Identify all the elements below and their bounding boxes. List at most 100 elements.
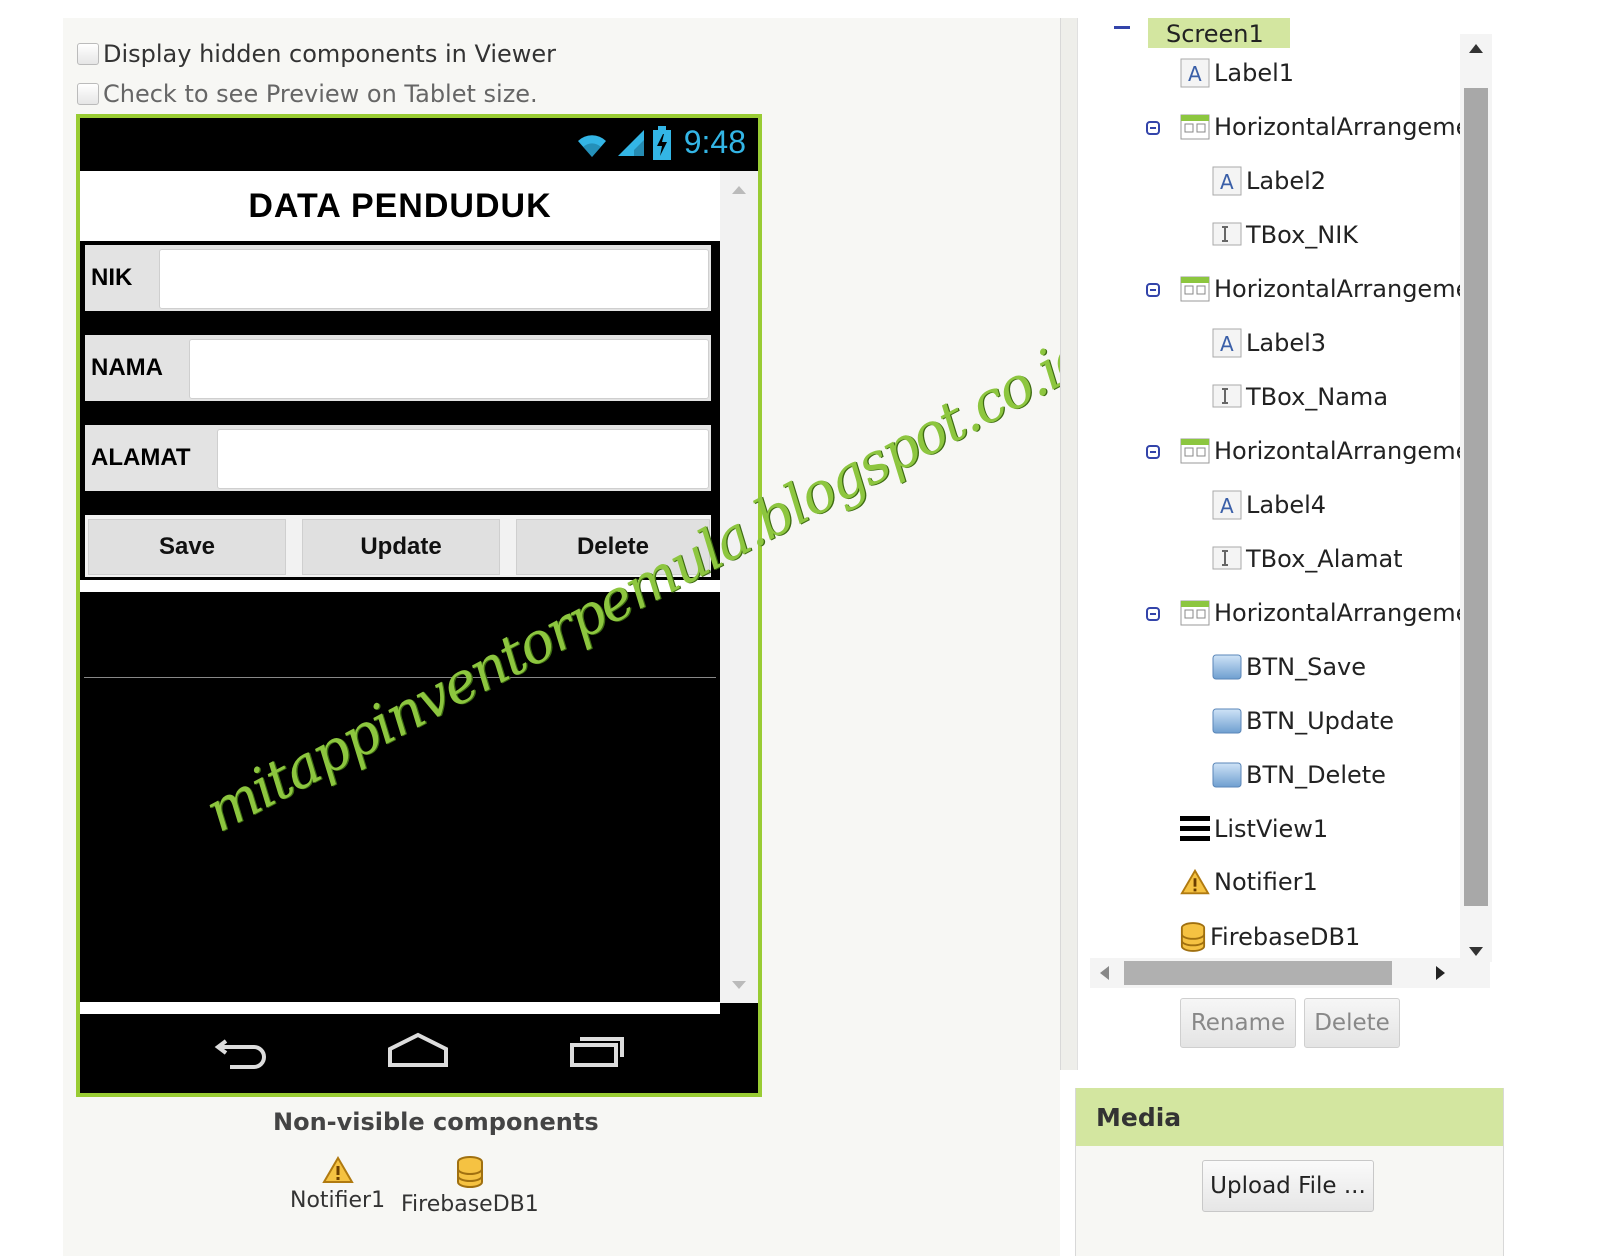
components-panel: Screen1 A Label1 HorizontalArrangemen A … [1060, 18, 1504, 1070]
phone-scrollbar[interactable] [720, 171, 758, 1003]
display-hidden-label: Display hidden components in Viewer [103, 40, 557, 68]
svg-text:A: A [1220, 494, 1234, 518]
tablet-preview-label: Check to see Preview on Tablet size. [103, 80, 538, 108]
tree-item-screen1[interactable]: Screen1 [1148, 18, 1290, 48]
horizontal-arrangement-icon [1180, 114, 1210, 140]
home-icon[interactable] [386, 1031, 450, 1071]
battery-icon [652, 125, 671, 160]
collapse-arrangement-3-icon[interactable] [1146, 445, 1160, 459]
button-icon [1212, 708, 1242, 734]
warning-icon [321, 1156, 354, 1183]
scroll-up-icon[interactable] [1469, 44, 1483, 53]
tree-item-notifier1[interactable]: Notifier1 [1180, 868, 1318, 896]
nama-row: NAMA [82, 332, 714, 404]
nik-input[interactable] [159, 249, 709, 309]
tree-vertical-scrollbar[interactable] [1460, 34, 1492, 962]
scroll-left-icon[interactable] [1100, 966, 1109, 980]
nonvisible-notifier-label: Notifier1 [290, 1188, 386, 1213]
components-tree: Screen1 A Label1 HorizontalArrangemen A … [1088, 18, 1478, 958]
upload-file-button[interactable]: Upload File ... [1202, 1160, 1374, 1212]
alamat-label: ALAMAT [91, 444, 191, 471]
rename-button[interactable]: Rename [1180, 998, 1296, 1048]
back-icon[interactable] [212, 1031, 272, 1071]
tree-vertical-scroll-thumb[interactable] [1464, 88, 1488, 906]
database-icon [1180, 922, 1206, 952]
tree-item-btn-update[interactable]: BTN_Update [1212, 706, 1394, 736]
signal-icon [617, 129, 644, 156]
tree-item-arrangement-3[interactable]: HorizontalArrangemen [1180, 436, 1478, 466]
nonvisible-firebase-label: FirebaseDB1 [401, 1192, 539, 1217]
nik-label: NIK [91, 264, 133, 291]
label-icon: A [1212, 490, 1242, 520]
delete-component-button[interactable]: Delete [1304, 998, 1400, 1048]
phone-scroll-up-icon[interactable] [732, 186, 746, 194]
components-tree-box: Screen1 A Label1 HorizontalArrangemen A … [1077, 18, 1504, 1070]
status-bar: 9:48 [80, 118, 758, 170]
viewer-panel: Display hidden components in Viewer Chec… [63, 18, 1101, 1256]
collapse-arrangement-2-icon[interactable] [1146, 283, 1160, 297]
button-icon [1212, 762, 1242, 788]
nonvisible-notifier[interactable]: Notifier1 [290, 1156, 385, 1213]
svg-text:A: A [1220, 170, 1234, 194]
textbox-icon [1212, 384, 1242, 408]
nama-input[interactable] [189, 339, 709, 399]
recent-apps-icon[interactable] [566, 1031, 626, 1071]
app-title: DATA PENDUDUK [248, 186, 552, 225]
warning-icon [1180, 868, 1210, 895]
database-icon [456, 1156, 483, 1188]
tree-horizontal-scrollbar[interactable] [1090, 958, 1490, 988]
phone-scroll-down-icon[interactable] [732, 981, 746, 989]
display-hidden-checkbox[interactable] [77, 43, 99, 65]
svg-text:A: A [1220, 332, 1234, 356]
nama-label: NAMA [91, 354, 163, 381]
nav-bar [80, 1017, 758, 1093]
nonvisible-firebase[interactable]: FirebaseDB1 [401, 1156, 539, 1217]
tree-item-tbox-nik[interactable]: TBox_NIK [1212, 220, 1358, 250]
tree-item-label2[interactable]: A Label2 [1212, 166, 1326, 196]
tree-item-screen1-label: Screen1 [1166, 20, 1264, 48]
label-icon: A [1212, 328, 1242, 358]
tree-item-btn-save[interactable]: BTN_Save [1212, 652, 1366, 682]
tree-item-arrangement-4[interactable]: HorizontalArrangemen [1180, 598, 1478, 628]
collapse-arrangement-1-icon[interactable] [1146, 121, 1160, 135]
tree-item-firebasedb1[interactable]: FirebaseDB1 [1180, 922, 1360, 952]
tree-item-tbox-nama[interactable]: TBox_Nama [1212, 382, 1388, 412]
app-title-bar: DATA PENDUDUK [80, 171, 720, 241]
nonvisible-title: Non-visible components [273, 1108, 599, 1136]
collapse-arrangement-4-icon[interactable] [1146, 607, 1160, 621]
tree-item-btn-delete[interactable]: BTN_Delete [1212, 760, 1386, 790]
listview-icon [1180, 816, 1210, 841]
tablet-preview-checkbox-row[interactable]: Check to see Preview on Tablet size. [77, 80, 538, 108]
scroll-right-icon[interactable] [1436, 966, 1445, 980]
alamat-input[interactable] [217, 429, 709, 489]
tree-item-arrangement-1[interactable]: HorizontalArrangemen [1180, 112, 1478, 142]
scroll-down-icon[interactable] [1469, 947, 1483, 956]
tree-item-tbox-alamat[interactable]: TBox_Alamat [1212, 544, 1403, 574]
save-button[interactable]: Save [88, 519, 286, 575]
tablet-preview-checkbox[interactable] [77, 83, 99, 105]
tree-item-label3[interactable]: A Label3 [1212, 328, 1326, 358]
tree-item-arrangement-2[interactable]: HorizontalArrangemen [1180, 274, 1478, 304]
tree-item-listview1[interactable]: ListView1 [1180, 814, 1328, 844]
tree-item-label4[interactable]: A Label4 [1212, 490, 1326, 520]
tree-horizontal-scroll-thumb[interactable] [1124, 961, 1392, 985]
status-time: 9:48 [683, 124, 746, 160]
display-hidden-checkbox-row[interactable]: Display hidden components in Viewer [77, 40, 556, 68]
media-header: Media [1076, 1088, 1503, 1146]
textbox-icon [1212, 546, 1242, 570]
label-icon: A [1212, 166, 1242, 196]
label-icon: A [1180, 58, 1210, 88]
nik-row: NIK [82, 242, 714, 314]
tree-item-label1[interactable]: A Label1 [1180, 58, 1294, 88]
wifi-icon [577, 134, 606, 157]
horizontal-arrangement-icon [1180, 600, 1210, 626]
collapse-screen-icon[interactable] [1114, 26, 1130, 29]
alamat-row: ALAMAT [82, 422, 714, 494]
button-icon [1212, 654, 1242, 680]
update-button[interactable]: Update [302, 519, 500, 575]
horizontal-arrangement-icon [1180, 276, 1210, 302]
media-panel: Media Upload File ... [1075, 1088, 1504, 1256]
horizontal-arrangement-icon [1180, 438, 1210, 464]
bottom-gap [80, 1002, 720, 1014]
textbox-icon [1212, 222, 1242, 246]
